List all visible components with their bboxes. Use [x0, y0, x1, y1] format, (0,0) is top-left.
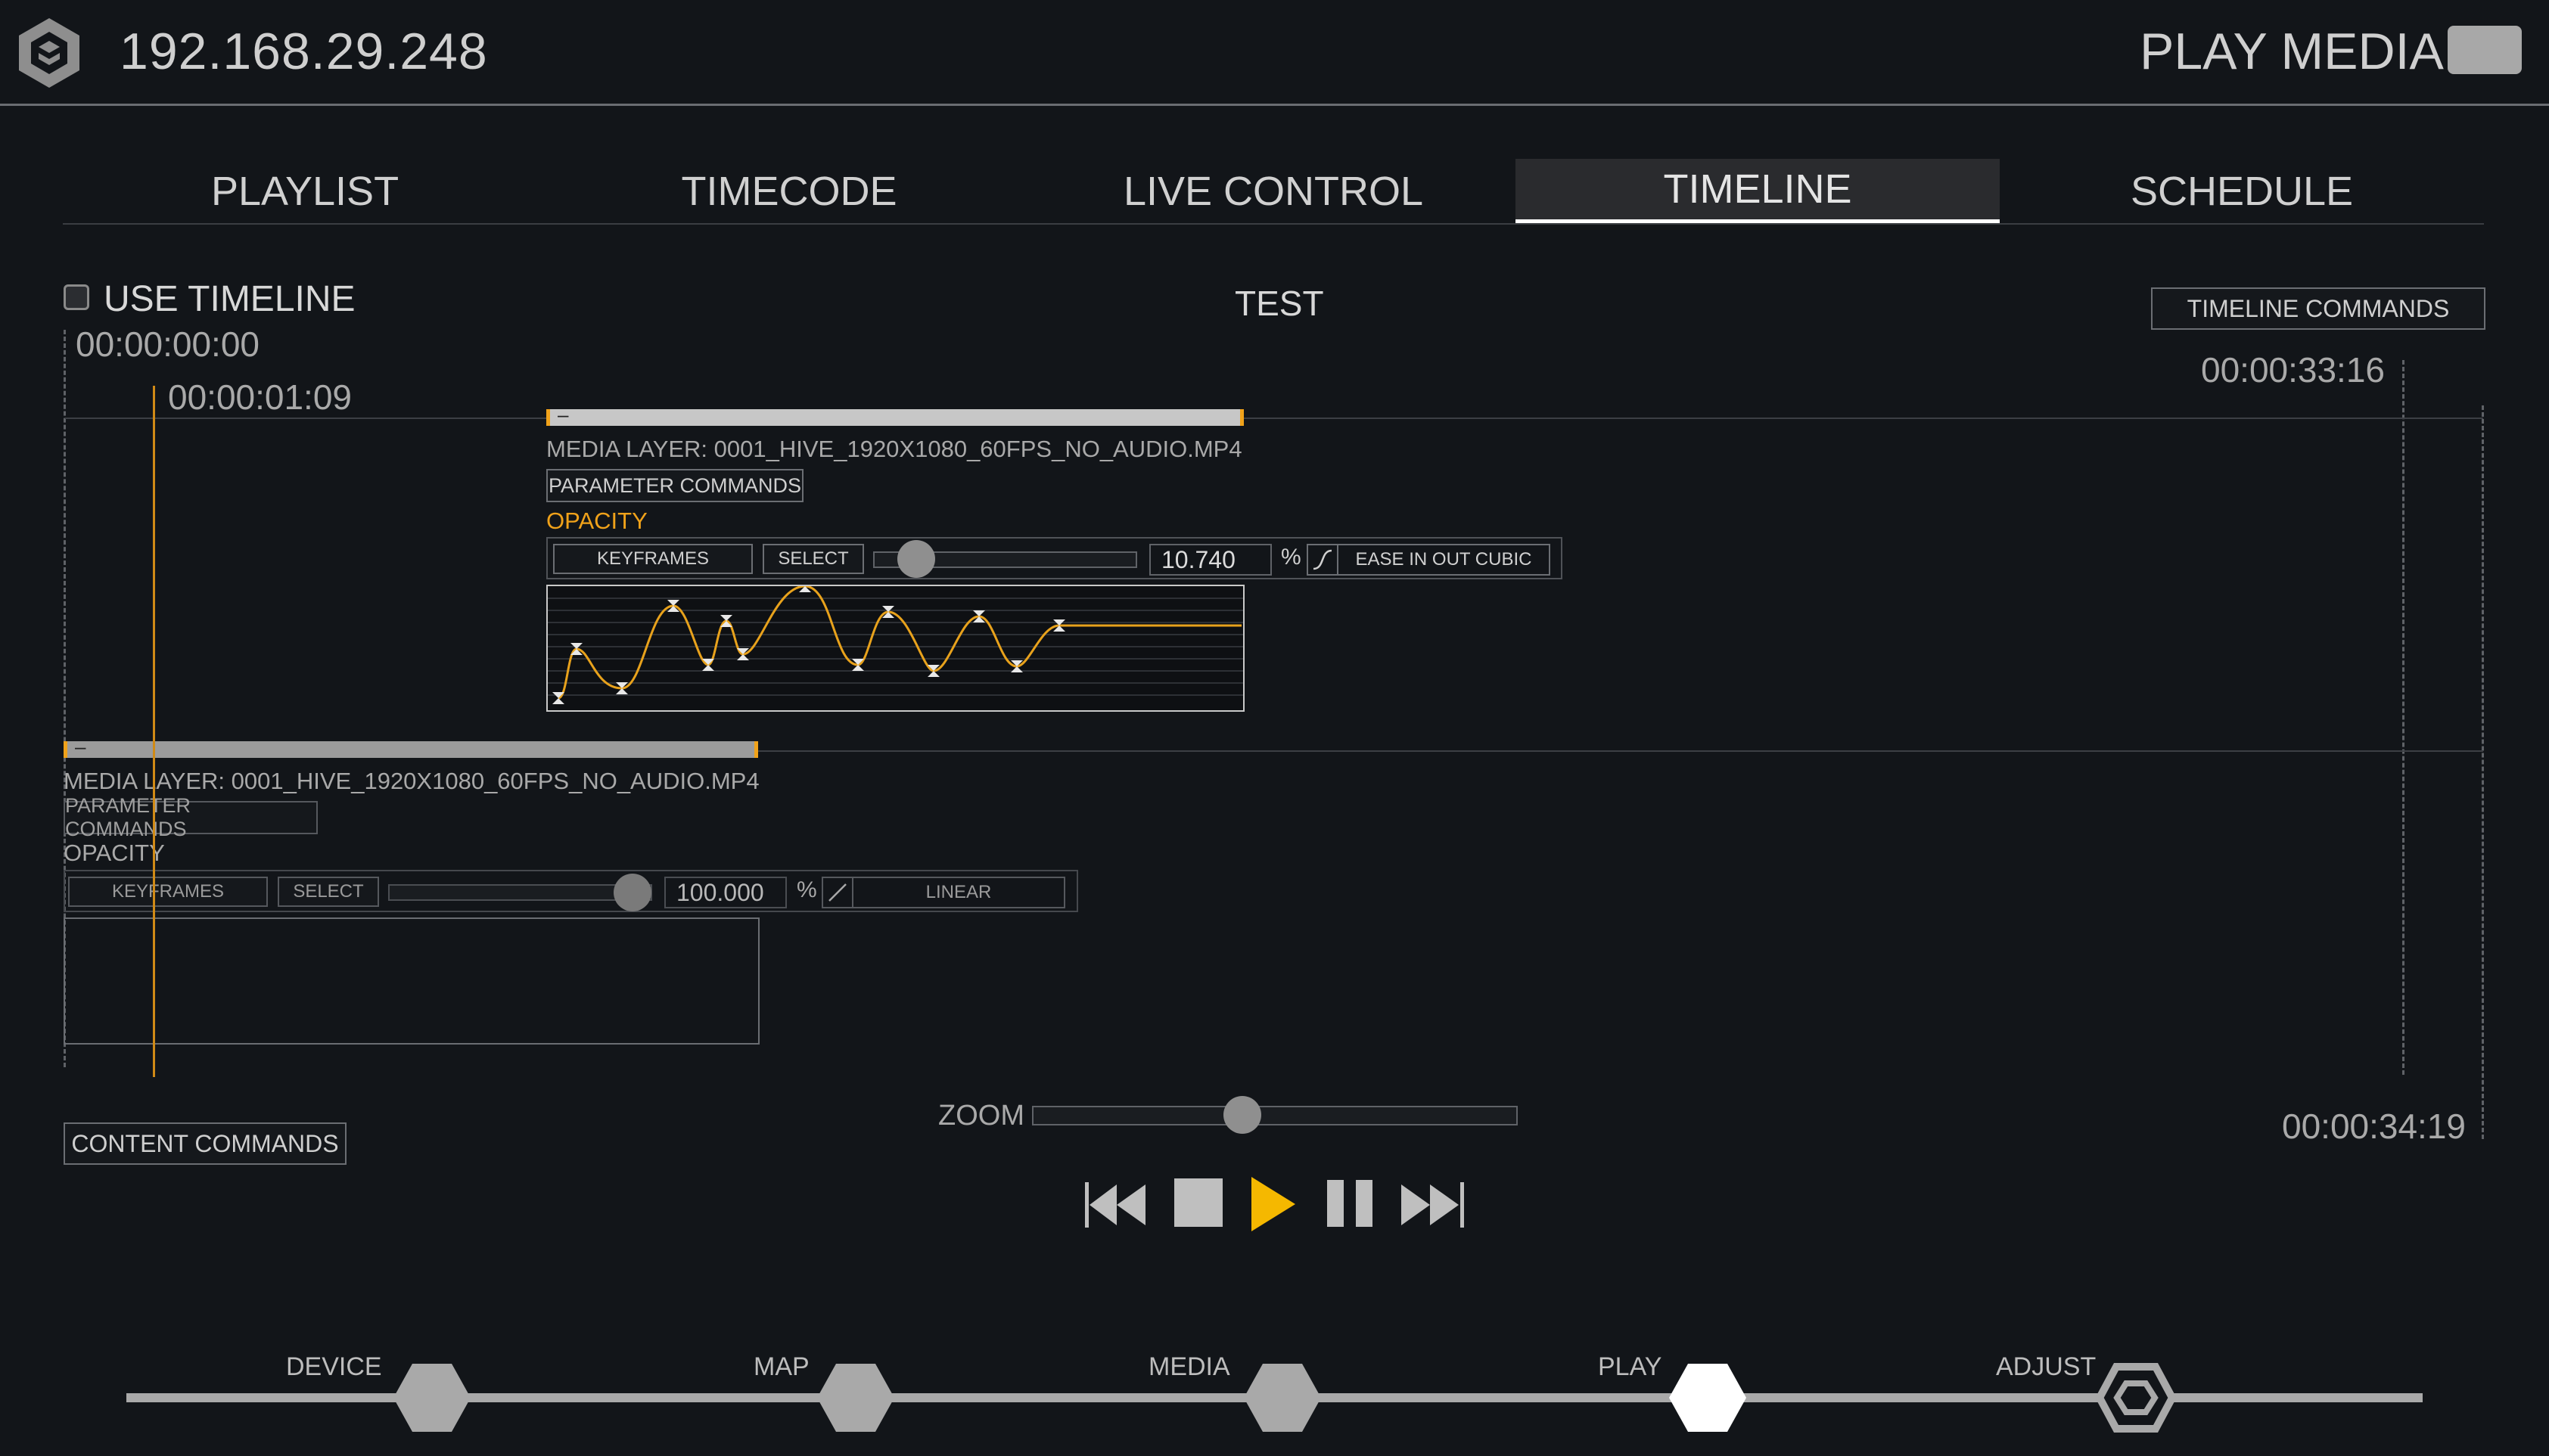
skip-forward-button[interactable] [1398, 1178, 1466, 1235]
keyframes-button[interactable]: KEYFRAMES [68, 877, 268, 907]
skip-back-icon [1085, 1182, 1145, 1228]
play-icon [1251, 1177, 1295, 1231]
device-ip: 192.168.29.248 [120, 23, 488, 80]
tab-timeline[interactable]: TIMELINE [1515, 159, 2000, 224]
zoom-slider-handle[interactable] [1223, 1096, 1261, 1134]
collapse-icon[interactable]: – [75, 737, 85, 756]
nav-label-device: DEVICE [286, 1352, 382, 1381]
timeline-total-time: 00:00:34:19 [2282, 1107, 2467, 1146]
select-button[interactable]: SELECT [278, 877, 379, 907]
hive-logo-icon [19, 18, 79, 88]
mode-toggle-button[interactable] [2448, 26, 2522, 74]
nav-play-button[interactable] [1668, 1362, 1748, 1437]
skip-back-button[interactable] [1083, 1178, 1150, 1235]
play-button[interactable] [1248, 1174, 1298, 1238]
hexagon-icon [817, 1364, 894, 1432]
easing-label: EASE IN OUT CUBIC [1355, 549, 1532, 570]
hexagon-icon [393, 1364, 471, 1432]
keyframe-markers [552, 580, 1065, 704]
timeline-end-marker[interactable] [2402, 360, 2404, 1075]
pause-icon [1327, 1180, 1372, 1227]
easing-dropdown[interactable]: EASE IN OUT CUBIC [1307, 544, 1550, 576]
nav-label-media: MEDIA [1149, 1352, 1230, 1381]
media-layer-title: MEDIA LAYER: 0001_HIVE_1920X1080_60FPS_N… [546, 436, 1242, 462]
use-timeline-checkbox[interactable] [64, 284, 89, 310]
pause-button[interactable] [1326, 1178, 1374, 1232]
nav-label-play: PLAY [1598, 1352, 1662, 1381]
hexagon-icon [1244, 1364, 1321, 1432]
stop-button[interactable] [1174, 1178, 1223, 1227]
keyframe-curve-graph[interactable] [546, 580, 1245, 712]
use-timeline-label: USE TIMELINE [104, 279, 356, 319]
ease-curve-icon [1308, 545, 1338, 574]
track-line-1 [65, 418, 2483, 419]
timeline-commands-button[interactable]: TIMELINE COMMANDS [2151, 287, 2485, 330]
collapse-icon[interactable]: – [558, 405, 568, 424]
keyframes-button[interactable]: KEYFRAMES [553, 544, 753, 574]
timeline-end-boundary [2482, 405, 2484, 1139]
app-logo [17, 17, 82, 89]
parameter-commands-button[interactable]: PARAMETER COMMANDS [546, 469, 804, 502]
parameter-label: OPACITY [64, 840, 165, 866]
nav-media-button[interactable] [1242, 1362, 1323, 1437]
opacity-slider-handle[interactable] [614, 874, 651, 911]
timeline-end-marker-time: 00:00:33:16 [2201, 350, 2386, 390]
mode-label: PLAY MEDIA [2140, 23, 2444, 80]
nav-label-adjust: ADJUST [1996, 1352, 2097, 1381]
parameter-commands-button[interactable]: PARAMETER COMMANDS [64, 794, 318, 840]
nav-device-button[interactable] [392, 1362, 472, 1437]
zoom-label: ZOOM [938, 1100, 1024, 1132]
parameter-label: OPACITY [546, 508, 648, 534]
playhead[interactable] [153, 386, 155, 1077]
timeline-start-time: 00:00:00:00 [76, 324, 260, 364]
tab-live-control[interactable]: LIVE CONTROL [1031, 159, 1515, 224]
hexagon-outline-icon [2095, 1363, 2177, 1433]
opacity-slider[interactable] [388, 884, 652, 901]
nav-label-map: MAP [754, 1352, 810, 1381]
nav-map-button[interactable] [816, 1362, 896, 1437]
nav-adjust-button[interactable] [2095, 1362, 2177, 1437]
easing-dropdown[interactable]: LINEAR [822, 877, 1065, 908]
timeline-name: TEST [1235, 284, 1324, 323]
skip-forward-icon [1401, 1182, 1464, 1228]
zoom-slider[interactable] [1032, 1106, 1518, 1125]
tab-divider [63, 223, 2484, 225]
tab-schedule[interactable]: SCHEDULE [2000, 159, 2484, 224]
media-layer-title: MEDIA LAYER: 0001_HIVE_1920X1080_60FPS_N… [64, 768, 760, 794]
media-layer-bar[interactable]: – [546, 405, 1244, 426]
media-layer-bar[interactable]: – [64, 737, 758, 758]
opacity-value-field[interactable]: 100.000 [664, 877, 787, 908]
linear-curve-icon [823, 878, 853, 907]
content-commands-button[interactable]: CONTENT COMMANDS [64, 1122, 347, 1165]
opacity-value-field[interactable]: 10.740 [1149, 544, 1272, 576]
header-divider [0, 104, 2549, 106]
unit-label: % [1281, 545, 1301, 570]
keyframe-curve-graph[interactable] [64, 917, 760, 1045]
select-button[interactable]: SELECT [763, 544, 864, 574]
unit-label: % [797, 877, 817, 902]
opacity-slider-handle[interactable] [897, 540, 935, 578]
playhead-time: 00:00:01:09 [168, 377, 353, 417]
tab-playlist[interactable]: PLAYLIST [63, 159, 547, 224]
tab-timecode[interactable]: TIMECODE [547, 159, 1031, 224]
hexagon-active-icon [1669, 1364, 1746, 1432]
easing-label: LINEAR [925, 882, 992, 902]
